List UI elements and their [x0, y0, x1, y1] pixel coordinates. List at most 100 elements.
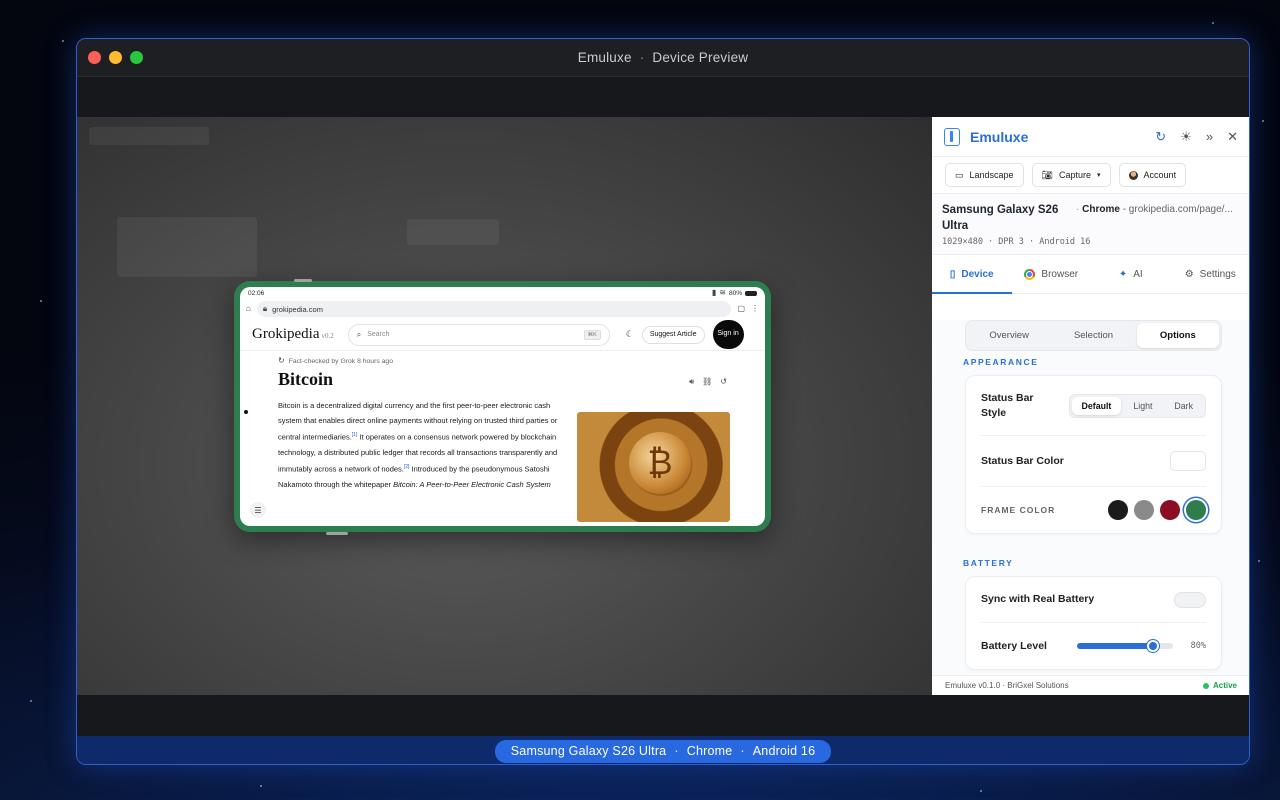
- status-badge: Active: [1202, 681, 1237, 690]
- address-bar[interactable]: 🔒︎ grokipedia.com: [256, 301, 732, 317]
- tab-device[interactable]: ▯ Device: [932, 255, 1012, 294]
- menu-icon[interactable]: ☰: [250, 502, 266, 518]
- window-title-separator: ·: [639, 50, 645, 65]
- subtab-options[interactable]: Options: [1136, 323, 1219, 348]
- minimize-window-button[interactable]: [109, 51, 122, 64]
- fact-check-line: ↻ Fact-checked by Grok 8 hours ago: [278, 357, 765, 365]
- capture-label: Capture: [1059, 170, 1092, 180]
- summary-browser: Chrome: [686, 744, 733, 758]
- window-controls: [88, 51, 143, 64]
- power-button: [326, 532, 348, 535]
- device-status-bar: 02:06 ▮ ≋ 80%: [240, 287, 765, 299]
- frame-color-swatches: [1108, 500, 1206, 520]
- gear-icon: ⚙: [1184, 268, 1194, 280]
- subtab-overview[interactable]: Overview: [968, 323, 1050, 348]
- tab-settings-label: Settings: [1199, 268, 1236, 280]
- subtab-switcher: Overview Selection Options: [965, 320, 1222, 351]
- site-search-placeholder: Search: [367, 331, 390, 338]
- window-title: Emuluxe · Device Preview: [578, 50, 748, 65]
- panel-actions: ▭ Landscape 📷︎ Capture ▾ Account: [932, 157, 1249, 194]
- landscape-button[interactable]: ▭ Landscape: [945, 163, 1024, 187]
- device-summary-pill: Samsung Galaxy S26 Ultra · Chrome · Android …: [494, 739, 832, 763]
- close-icon[interactable]: ✕: [1227, 129, 1238, 145]
- frame-color-swatch-3[interactable]: [1160, 500, 1180, 520]
- sun-icon[interactable]: ☀: [1180, 129, 1192, 145]
- tab-ai[interactable]: ✦ AI: [1091, 255, 1171, 293]
- article-tools: 🔊︎ ⛓︎ ↺: [689, 377, 727, 387]
- battery-card: Sync with Real Battery Battery Level 80%: [965, 576, 1222, 670]
- history-icon[interactable]: ↺: [720, 377, 727, 387]
- rotate-icon: ▭: [955, 169, 964, 180]
- status-bar-color-picker[interactable]: [1170, 451, 1206, 471]
- site-version: v0.2: [321, 332, 334, 340]
- window-title-app: Emuluxe: [577, 50, 632, 65]
- panel-header: Emuluxe ↻ ☀ » ✕: [932, 117, 1249, 157]
- battery-slider-thumb[interactable]: [1147, 640, 1160, 652]
- chevron-down-icon: ▾: [1097, 172, 1101, 179]
- close-window-button[interactable]: [88, 51, 101, 64]
- search-icon: ⌕: [356, 329, 362, 339]
- account-button[interactable]: Account: [1118, 163, 1187, 187]
- home-icon[interactable]: ⌂: [246, 305, 251, 313]
- summary-sep-1: ·: [674, 744, 679, 758]
- frame-color-swatch-4[interactable]: [1186, 500, 1206, 520]
- tab-settings[interactable]: ⚙ Settings: [1171, 255, 1250, 293]
- device-browser: Chrome: [1082, 204, 1120, 215]
- sparkle-icon: ✦: [1118, 268, 1128, 280]
- article-image: ₿: [577, 412, 730, 522]
- tab-browser-label: Browser: [1041, 268, 1079, 280]
- more-icon[interactable]: ⋮: [751, 305, 759, 313]
- avatar: [1128, 170, 1138, 180]
- device-url: - grokipedia.com/page/...: [1122, 204, 1233, 215]
- frame-color-swatch-2[interactable]: [1134, 500, 1154, 520]
- status-text: Active: [1212, 681, 1237, 690]
- device-browser-info: · Chrome - grokipedia.com/page/...: [1076, 204, 1233, 215]
- chrome-icon: [1024, 268, 1036, 280]
- sync-battery-toggle[interactable]: [1174, 591, 1206, 608]
- summary-sep-2: ·: [740, 744, 745, 758]
- summary-device: Samsung Galaxy S26 Ultra: [510, 744, 667, 758]
- window-title-view: Device Preview: [652, 50, 749, 65]
- site-logo[interactable]: Grokipedia v0.2: [252, 326, 334, 343]
- status-battery-text: 80%: [728, 289, 742, 297]
- refresh-icon[interactable]: ↻: [1155, 129, 1166, 145]
- camera-icon: 📷︎: [1041, 169, 1053, 180]
- volume-button: [294, 279, 312, 282]
- site-search-input[interactable]: ⌕ Search ⌘K: [347, 323, 610, 346]
- device-frame: 02:06 ▮ ≋ 80% ⌂ 🔒︎ grokipedia.com ▢ ⋮ Gr…: [234, 279, 771, 535]
- sign-in-button[interactable]: Sign in: [712, 320, 744, 349]
- site-logo-text: Grokipedia: [252, 326, 320, 342]
- landscape-label: Landscape: [969, 170, 1014, 180]
- tab-browser[interactable]: Browser: [1012, 255, 1092, 293]
- link-icon[interactable]: ⛓︎: [702, 377, 712, 387]
- battery-level-slider[interactable]: [1076, 640, 1173, 652]
- battery-slider-fill: [1076, 643, 1154, 649]
- version-text: Emuluxe v0.1.0 · BriGxel Solutions: [945, 681, 1069, 690]
- collapse-icon[interactable]: »: [1206, 129, 1213, 144]
- speaker-icon[interactable]: 🔊︎: [689, 377, 694, 387]
- device-screen: 02:06 ▮ ≋ 80% ⌂ 🔒︎ grokipedia.com ▢ ⋮ Gr…: [240, 287, 765, 526]
- status-bar-style-toggle: Default Light Dark: [1068, 393, 1206, 418]
- subtab-selection[interactable]: Selection: [1052, 323, 1134, 348]
- sync-battery-label: Sync with Real Battery: [981, 593, 1095, 605]
- status-style-light[interactable]: Light: [1123, 397, 1162, 415]
- moon-icon[interactable]: ☾: [626, 329, 634, 340]
- tabs-icon[interactable]: ▢: [737, 305, 745, 313]
- site-header: Grokipedia v0.2 ⌕ Search ⌘K ☾ Suggest Art…: [240, 319, 765, 351]
- capture-button[interactable]: 📷︎ Capture ▾: [1031, 163, 1111, 187]
- preview-stage: 02:06 ▮ ≋ 80% ⌂ 🔒︎ grokipedia.com ▢ ⋮ Gr…: [77, 117, 932, 695]
- left-indicator-dot: [244, 410, 248, 414]
- wifi-icon: ≋: [719, 288, 726, 297]
- battery-icon: [745, 290, 757, 296]
- status-style-dark[interactable]: Dark: [1164, 397, 1203, 415]
- frame-color-swatch-1[interactable]: [1108, 500, 1128, 520]
- refresh-check-icon: ↻: [278, 356, 285, 365]
- zoom-window-button[interactable]: [130, 51, 143, 64]
- status-dot-icon: [1202, 682, 1209, 689]
- suggest-article-button[interactable]: Suggest Article: [641, 325, 705, 344]
- status-time: 02:06: [248, 289, 265, 297]
- status-style-default[interactable]: Default: [1071, 396, 1122, 415]
- panel-body: Overview Selection Options APPEARANCE St…: [932, 320, 1249, 695]
- article: ↻ Fact-checked by Grok 8 hours ago Bitco…: [240, 357, 765, 522]
- signal-icon: ▮: [711, 288, 717, 297]
